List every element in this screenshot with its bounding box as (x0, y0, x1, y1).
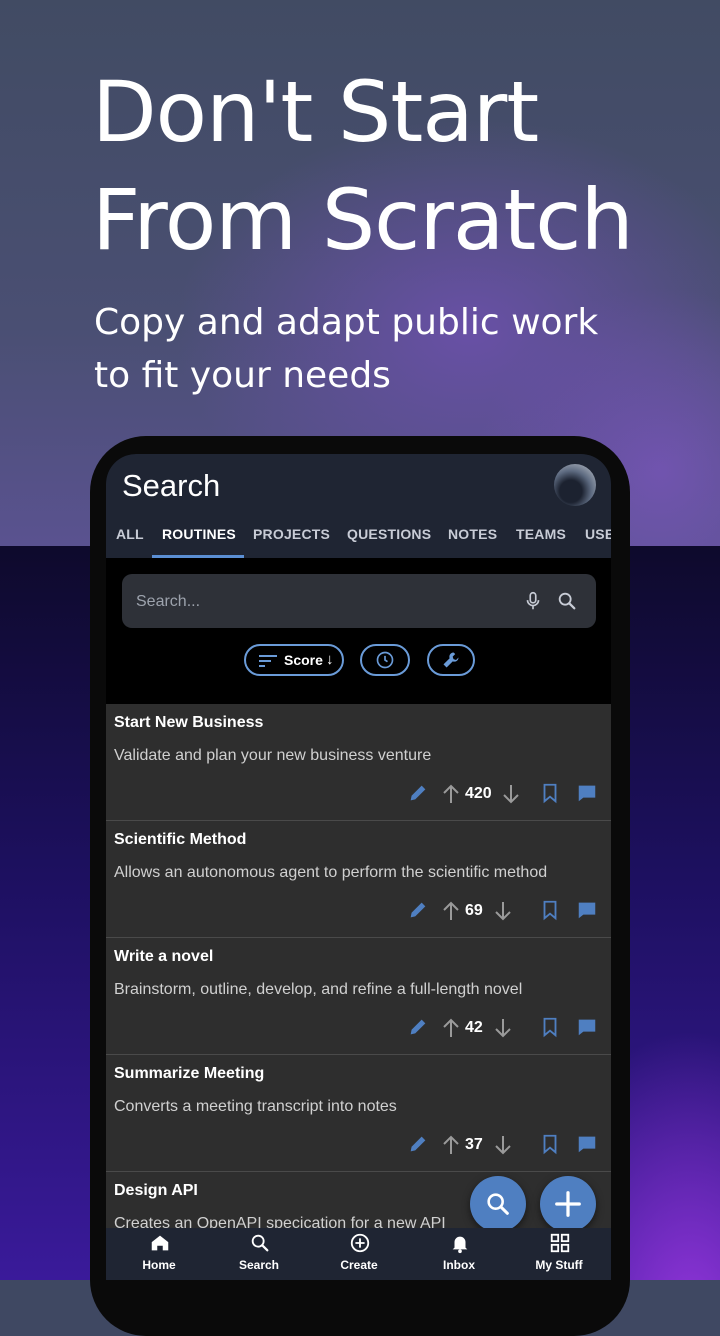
promo-subhead: Copy and adapt public work to fit your n… (94, 302, 599, 396)
result-title: Write a novel (114, 948, 214, 965)
avatar[interactable] (554, 464, 596, 506)
comment-icon[interactable] (575, 1016, 599, 1038)
comment-icon[interactable] (575, 899, 599, 921)
downvote-icon[interactable] (491, 1016, 515, 1040)
tab-users[interactable]: USE (585, 526, 611, 542)
sort-icon (259, 655, 277, 667)
app-bar: Search ALL ROUTINES PROJECTS QUESTIONS N… (106, 454, 611, 558)
edit-icon[interactable] (407, 899, 429, 921)
result-card[interactable]: Write a novel Brainstorm, outline, develo… (106, 938, 611, 1055)
promo-headline: Don't Start From Scratch (92, 63, 634, 269)
comment-icon[interactable] (575, 1133, 599, 1155)
bottom-nav: Home Search Create Inbox My Stuff (106, 1228, 611, 1280)
result-title: Start New Business (114, 714, 264, 731)
create-fab[interactable] (540, 1176, 596, 1232)
tab-teams[interactable]: TEAMS (516, 526, 566, 542)
nav-search-label: Search (238, 1258, 280, 1272)
grid-icon (550, 1233, 570, 1253)
time-filter-chip[interactable] (360, 644, 410, 676)
result-score: 37 (465, 1136, 483, 1153)
bookmark-icon[interactable] (539, 1133, 561, 1155)
home-icon (151, 1235, 169, 1251)
bookmark-icon[interactable] (539, 899, 561, 921)
result-actions: 42 (409, 1016, 599, 1042)
result-score: 420 (465, 785, 492, 802)
search-input[interactable] (134, 589, 488, 615)
wrench-icon (443, 652, 459, 668)
upvote-icon[interactable] (439, 1016, 463, 1040)
downvote-icon[interactable] (491, 899, 515, 923)
tab-routines[interactable]: ROUTINES (162, 526, 236, 542)
sort-direction-icon: ↓ (326, 651, 334, 668)
result-score: 42 (465, 1019, 483, 1036)
upvote-icon[interactable] (439, 1133, 463, 1157)
result-description: Validate and plan your new business vent… (114, 747, 432, 764)
nav-create[interactable]: Create (309, 1228, 409, 1280)
phone-screen: Search ALL ROUTINES PROJECTS QUESTIONS N… (106, 454, 611, 1280)
result-score: 69 (465, 902, 483, 919)
downvote-icon[interactable] (499, 782, 523, 806)
result-actions: 420 (399, 782, 599, 808)
tab-all[interactable]: ALL (116, 526, 144, 542)
search-fab[interactable] (470, 1176, 526, 1232)
edit-icon[interactable] (407, 1016, 429, 1038)
sort-label: Score (284, 652, 323, 668)
upvote-icon[interactable] (439, 782, 463, 806)
bookmark-icon[interactable] (539, 782, 561, 804)
result-actions: 37 (409, 1133, 599, 1159)
edit-icon[interactable] (407, 782, 429, 804)
tab-notes[interactable]: NOTES (448, 526, 497, 542)
add-circle-icon (350, 1233, 370, 1253)
microphone-icon[interactable] (522, 590, 544, 612)
result-card[interactable]: Scientific Method Allows an autonomous ag… (106, 821, 611, 938)
tab-bar: ALL ROUTINES PROJECTS QUESTIONS NOTES TE… (106, 520, 611, 558)
comment-icon[interactable] (575, 782, 599, 804)
downvote-icon[interactable] (491, 1133, 515, 1157)
search-icon (487, 1193, 509, 1215)
plus-icon (555, 1191, 581, 1217)
nav-create-label: Create (340, 1258, 378, 1272)
search-icon[interactable] (556, 590, 578, 612)
advanced-filter-chip[interactable] (427, 644, 475, 676)
search-bar (122, 574, 596, 628)
nav-home-label: Home (142, 1258, 176, 1272)
page-title: Search (122, 468, 221, 503)
result-actions: 69 (409, 899, 599, 925)
nav-home[interactable]: Home (109, 1228, 209, 1280)
upvote-icon[interactable] (439, 899, 463, 923)
result-title: Summarize Meeting (114, 1065, 265, 1082)
nav-inbox[interactable]: Inbox (409, 1228, 509, 1280)
result-description: Allows an autonomous agent to perform th… (114, 864, 548, 881)
result-card[interactable]: Summarize Meeting Converts a meeting tran… (106, 1055, 611, 1172)
active-tab-indicator (152, 555, 244, 558)
result-description: Converts a meeting transcript into notes (114, 1098, 397, 1115)
result-title: Design API (114, 1182, 198, 1199)
tab-questions[interactable]: QUESTIONS (347, 526, 431, 542)
result-title: Scientific Method (114, 831, 247, 848)
tab-projects[interactable]: PROJECTS (253, 526, 330, 542)
bookmark-icon[interactable] (539, 1016, 561, 1038)
nav-my-stuff-label: My Stuff (535, 1258, 583, 1272)
clock-icon (376, 651, 394, 669)
search-icon (251, 1234, 269, 1252)
edit-icon[interactable] (407, 1133, 429, 1155)
nav-inbox-label: Inbox (443, 1258, 475, 1272)
result-card[interactable]: Start New Business Validate and plan your… (106, 704, 611, 821)
nav-search[interactable]: Search (209, 1228, 309, 1280)
result-description: Brainstorm, outline, develop, and refine… (114, 981, 523, 998)
sort-chip[interactable]: Score ↓ (244, 644, 344, 676)
nav-my-stuff[interactable]: My Stuff (509, 1228, 609, 1280)
bell-icon (452, 1236, 468, 1254)
